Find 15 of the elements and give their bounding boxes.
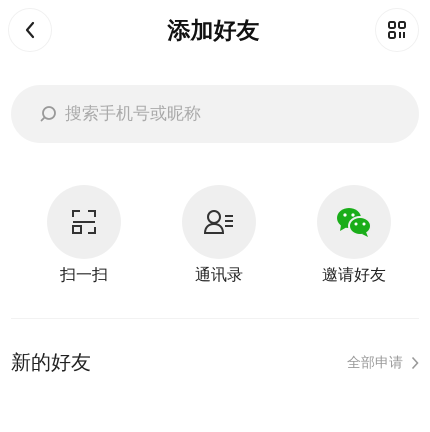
action-label: 扫一扫 <box>60 265 108 286</box>
chat-bubbles-icon <box>336 206 372 238</box>
action-label: 通讯录 <box>195 265 243 286</box>
page-title: 添加好友 <box>168 16 260 46</box>
contacts-icon <box>203 209 235 235</box>
back-button[interactable] <box>8 8 52 52</box>
qr-code-icon <box>387 20 407 40</box>
search-field[interactable]: 搜索手机号或昵称 <box>11 85 419 143</box>
qr-code-button[interactable] <box>375 8 419 52</box>
scan-icon <box>71 209 97 235</box>
back-icon <box>24 21 36 39</box>
section-title: 新的好友 <box>11 349 91 376</box>
action-label: 邀请好友 <box>322 265 386 286</box>
all-requests-link[interactable]: 全部申请 <box>347 354 419 372</box>
chevron-right-icon <box>411 356 419 370</box>
